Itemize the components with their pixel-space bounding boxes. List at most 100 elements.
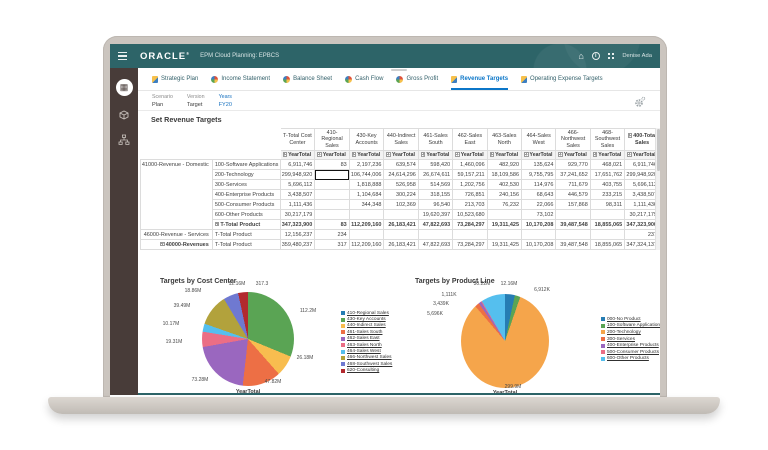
apps-grid-icon[interactable] bbox=[607, 52, 615, 60]
org-chart-icon[interactable] bbox=[118, 134, 130, 146]
grid-cell[interactable]: 24,614,296 bbox=[383, 169, 419, 181]
grid-cell[interactable]: 318,155 bbox=[417, 189, 454, 201]
row-member-300-services[interactable]: 300-Services bbox=[211, 179, 281, 191]
grid-cell[interactable]: 73,102 bbox=[521, 209, 557, 221]
grid-cell[interactable]: 9,755,795 bbox=[521, 169, 557, 181]
grid-cell[interactable] bbox=[314, 209, 350, 221]
column-subheader-yeartotal[interactable]: YearTotal bbox=[417, 150, 454, 161]
grid-cell[interactable]: 598,420 bbox=[417, 159, 454, 171]
legend-item-300-services[interactable]: 300-Services bbox=[601, 336, 660, 343]
grid-cell[interactable]: 402,530 bbox=[486, 179, 523, 191]
grid-cell[interactable]: 10,170,208 bbox=[521, 239, 557, 250]
grid-cell[interactable]: 68,643 bbox=[521, 189, 557, 201]
row-member-400-enterprise-products[interactable]: 400-Enterprise Products bbox=[211, 189, 281, 201]
grid-cell[interactable]: 112,209,160 bbox=[348, 219, 385, 231]
grid-cell[interactable]: 83 bbox=[314, 159, 350, 171]
tab-strategic-plan[interactable]: Strategic Plan bbox=[152, 71, 198, 90]
grid-cell[interactable]: 19,620,397 bbox=[417, 209, 454, 221]
grid-cell[interactable]: 83 bbox=[314, 219, 350, 231]
grid-cell[interactable]: 47,822,693 bbox=[417, 239, 454, 250]
row-member-200-technology[interactable]: 200-Technology bbox=[211, 169, 281, 181]
grid-cell[interactable] bbox=[383, 229, 419, 241]
grid-cell[interactable]: 47,822,693 bbox=[417, 219, 454, 231]
grid-cell[interactable]: 98,311 bbox=[589, 199, 626, 211]
grid-cell[interactable]: 73,284,297 bbox=[452, 239, 488, 250]
column-header-t-total-cost-center[interactable]: T-Total Cost Center bbox=[279, 128, 316, 152]
grid-cell[interactable]: 19,311,425 bbox=[486, 239, 523, 250]
grid-cell[interactable]: 19,311,425 bbox=[486, 219, 523, 231]
column-subheader-yeartotal[interactable]: YearTotal bbox=[279, 150, 316, 161]
tab-cash-flow[interactable]: Cash Flow bbox=[345, 71, 383, 90]
grid-cell[interactable]: 1,818,888 bbox=[348, 179, 385, 191]
grid-cell[interactable]: 39,487,548 bbox=[555, 239, 591, 250]
legend-item-500-consumer-products[interactable]: 500-Consumer Products bbox=[601, 349, 660, 356]
tab-revenue-targets[interactable]: Revenue Targets bbox=[451, 71, 509, 90]
grid-cell[interactable]: 17,651,762 bbox=[589, 169, 626, 181]
grid-cell[interactable]: 26,674,611 bbox=[417, 169, 454, 181]
grid-cell[interactable] bbox=[383, 209, 419, 221]
grid-cell[interactable] bbox=[314, 199, 350, 211]
row-header-46000-revenue-services[interactable]: 46000-Revenue - Services bbox=[140, 229, 213, 241]
grid-cell[interactable]: 482,920 bbox=[486, 159, 523, 171]
pov-member-link[interactable]: FY20 bbox=[219, 102, 232, 108]
tab-strip-handle[interactable] bbox=[391, 69, 407, 71]
grid-cell[interactable]: 76,232 bbox=[486, 199, 523, 211]
column-subheader-yeartotal[interactable]: YearTotal bbox=[383, 150, 419, 161]
grid-cell[interactable]: 26,183,421 bbox=[383, 239, 419, 250]
row-member-600-other-products[interactable]: 600-Other Products bbox=[211, 209, 281, 221]
grid-cell[interactable]: 234 bbox=[314, 229, 350, 241]
grid-cell[interactable]: 6,911,746 bbox=[279, 159, 316, 171]
grid-cell[interactable]: 468,021 bbox=[589, 159, 626, 171]
column-header-410-regional-sales[interactable]: 410-Regional Sales bbox=[314, 128, 350, 152]
column-header-464-sales-west[interactable]: 464-Sales West bbox=[521, 128, 557, 152]
grid-cell[interactable]: 233,215 bbox=[589, 189, 626, 201]
grid-cell[interactable]: 213,703 bbox=[452, 199, 488, 211]
grid-scrollbar[interactable] bbox=[655, 128, 660, 250]
column-subheader-yeartotal[interactable]: YearTotal bbox=[452, 150, 488, 161]
grid-cell[interactable]: 30,217,179 bbox=[279, 209, 316, 221]
forms-grid-icon[interactable]: ▦ bbox=[115, 79, 133, 96]
grid-cell[interactable]: 10,523,680 bbox=[452, 209, 488, 221]
grid-cell[interactable] bbox=[314, 179, 350, 191]
hamburger-icon[interactable] bbox=[118, 49, 132, 63]
home-icon[interactable]: ⌂ bbox=[578, 51, 583, 61]
row-member-t-total-product[interactable]: T-Total Product bbox=[211, 229, 281, 241]
legend-item-620-consulting[interactable]: 620-Consulting bbox=[341, 368, 392, 374]
column-header-440-indirect-sales[interactable]: 440-Indirect Sales bbox=[383, 128, 419, 152]
grid-cell[interactable]: 1,202,756 bbox=[452, 179, 488, 191]
grid-cell[interactable]: 299,948,920 bbox=[279, 169, 316, 181]
column-header-462-sales-east[interactable]: 462-Sales East bbox=[452, 128, 488, 152]
pov-member-link[interactable]: Target bbox=[187, 102, 205, 108]
grid-cell[interactable] bbox=[486, 229, 523, 241]
legend-item-600-other-products[interactable]: 600-Other Products bbox=[601, 356, 660, 363]
grid-cell[interactable]: 12,156,237 bbox=[279, 229, 316, 241]
grid-cell[interactable]: 37,241,652 bbox=[555, 169, 591, 181]
row-header-41000-revenue-domestic[interactable]: 41000-Revenue - Domestic bbox=[140, 159, 213, 231]
column-subheader-yeartotal[interactable]: YearTotal bbox=[589, 150, 626, 161]
cube-icon[interactable] bbox=[118, 109, 130, 121]
grid-cell[interactable]: 5,696,112 bbox=[279, 179, 316, 191]
column-header-468-southwest-sales[interactable]: 468-Southwest Sales bbox=[589, 128, 626, 152]
column-subheader-yeartotal[interactable]: YearTotal bbox=[348, 150, 385, 161]
grid-cell[interactable] bbox=[555, 209, 591, 221]
row-member-100-software-applications[interactable]: 100-Software Applications bbox=[211, 159, 281, 171]
legend-item-400-enterprise-products[interactable]: 400-Enterprise Products bbox=[601, 342, 660, 349]
grid-cell[interactable]: 22,066 bbox=[521, 199, 557, 211]
column-header-461-sales-south[interactable]: 461-Sales South bbox=[417, 128, 454, 152]
grid-cell[interactable]: 726,851 bbox=[452, 189, 488, 201]
row-header-40000-revenues[interactable]: 40000-Revenues bbox=[140, 239, 213, 250]
grid-cell[interactable]: 1,111,436 bbox=[279, 199, 316, 211]
grid-cell[interactable] bbox=[314, 169, 350, 181]
grid-cell[interactable]: 18,109,586 bbox=[486, 169, 523, 181]
grid-cell[interactable]: 514,569 bbox=[417, 179, 454, 191]
grid-cell[interactable]: 96,540 bbox=[417, 199, 454, 211]
grid-cell[interactable]: 18,855,065 bbox=[589, 239, 626, 250]
grid-cell[interactable]: 711,679 bbox=[555, 179, 591, 191]
pie-targets-by-cost-center[interactable] bbox=[202, 292, 294, 386]
info-icon[interactable]: i bbox=[591, 52, 600, 60]
grid-cell[interactable] bbox=[555, 229, 591, 241]
grid-cell[interactable] bbox=[521, 229, 557, 241]
column-header-466-northwest-sales[interactable]: 466-Northwest Sales bbox=[555, 128, 591, 152]
grid-cell[interactable]: 300,224 bbox=[383, 189, 419, 201]
grid-cell[interactable]: 135,624 bbox=[521, 159, 557, 171]
